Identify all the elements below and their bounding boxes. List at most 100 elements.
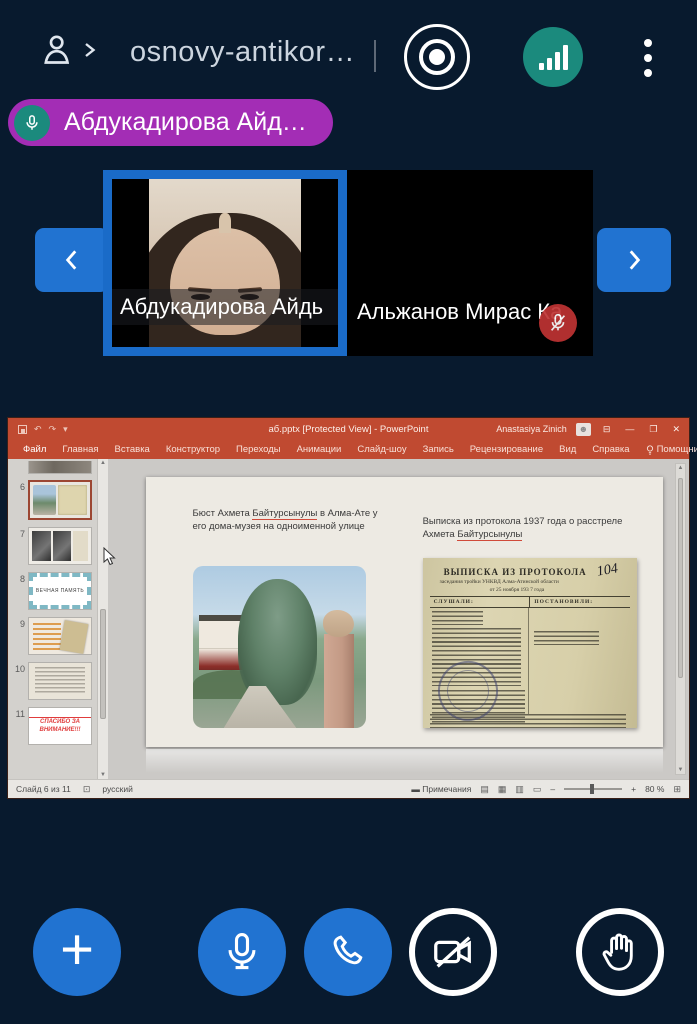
slide-number: 11 [10,707,25,745]
tab-helper[interactable]: Помощник [639,444,697,455]
video-tiles: Абдукадирова Айдь Альжанов Мирас Ка [103,170,593,356]
microphone-button[interactable] [198,908,286,996]
thumbnail-row: 6 [10,480,108,520]
camera-button[interactable] [409,908,497,996]
thumbnail-slide-9[interactable] [28,617,92,655]
video-tile-alzhanov[interactable]: Альжанов Мирас Ка [347,170,593,356]
scrollbar-thumb[interactable] [678,478,683,678]
thumbnail-scrollbar[interactable]: ▲ ▼ [97,459,108,779]
ppt-status-bar: Слайд 6 из 11 ⊡ русский ▬ Примечания ▤ ▦… [8,779,689,798]
thumbnail-slide-6[interactable] [28,480,92,520]
undo-icon[interactable]: ↶ [34,424,42,435]
tab-record[interactable]: Запись [416,440,461,459]
thumbnail-row: 11 СПАСИБО ЗА ВНИМАНИЕ!!! [10,707,108,745]
raise-hand-button[interactable] [576,908,664,996]
scrollbar-thumb[interactable] [100,609,106,719]
scroll-down-icon[interactable]: ▼ [676,767,685,773]
carousel-prev-button[interactable] [35,228,109,292]
tab-home[interactable]: Главная [55,440,105,459]
tab-transitions[interactable]: Переходы [229,440,288,459]
mic-muted-icon [547,312,569,334]
language-indicator[interactable]: русский [102,784,133,794]
microphone-icon [23,114,41,132]
hangup-button[interactable] [304,908,392,996]
restore-button[interactable]: ❐ [646,424,660,435]
close-button[interactable]: ✕ [669,424,683,435]
signal-bars-icon [539,45,568,70]
bust-photo[interactable] [193,566,366,728]
slide-scrollbar[interactable]: ▲ ▼ [675,463,686,775]
slideshow-view-icon[interactable]: ▭ [533,784,542,795]
document-column-left: СЛУШАЛИ: [430,597,530,607]
scroll-down-icon[interactable]: ▼ [98,772,108,778]
chevron-right-icon [621,247,647,273]
tab-insert[interactable]: Вставка [108,440,157,459]
top-bar: osnovy-antikor… [0,0,697,92]
reading-view-icon[interactable]: ▥ [515,784,524,795]
scroll-up-icon[interactable]: ▲ [676,465,685,471]
slide-sorter-icon[interactable]: ▦ [498,784,507,795]
thumbnail-slide-7[interactable] [28,527,92,565]
chevron-right-icon [80,41,98,59]
connection-status-button[interactable] [523,27,583,87]
current-slide-canvas[interactable]: Бюст Ахмета Байтурсынулы в Алма-Ате у ег… [146,477,663,747]
fit-slide-icon[interactable]: ⊞ [673,784,681,795]
slide-caption-left: Бюст Ахмета Байтурсынулы в Алма-Ате у ег… [193,507,379,534]
record-button[interactable] [404,24,470,90]
ribbon-display-button[interactable]: ⊟ [600,424,614,435]
tab-file[interactable]: Файл [16,440,53,459]
participants-button[interactable] [40,30,98,70]
active-talker-badge[interactable]: Абдукадирова Айд… [8,99,333,146]
person-icon [40,30,80,70]
phone-icon [327,931,369,973]
save-icon[interactable] [18,425,27,434]
thumbnail-slide-11-text: СПАСИБО ЗА ВНИМАНИЕ!!! [29,717,91,735]
slide-number: 9 [10,617,25,655]
slide-editing-area: Бюст Ахмета Байтурсынулы в Алма-Ате у ег… [108,459,689,779]
lightbulb-icon [646,445,654,455]
document-column-right: ПОСТАНОВИЛИ: [529,597,630,607]
zoom-in-button[interactable]: + [631,784,636,794]
zoom-out-button[interactable]: – [550,784,555,794]
tab-animations[interactable]: Анимации [290,440,349,459]
tab-help[interactable]: Справка [585,440,636,459]
thumbnail-slide-8[interactable]: ВЕЧНАЯ ПАМЯТЬ [28,572,92,610]
thumbnail-row: 10 [10,662,108,700]
talker-mic-circle [14,105,50,141]
zoom-level[interactable]: 80 % [645,784,664,794]
slide-caption-right: Выписка из протокола 1937 года о расстре… [423,515,640,542]
tab-slideshow[interactable]: Слайд-шоу [350,440,413,459]
actions-add-button[interactable]: + [33,908,121,996]
normal-view-icon[interactable]: ▤ [480,784,489,795]
qat-dropdown-icon[interactable]: ▾ [63,424,68,435]
notes-button[interactable]: ▬ Примечания [411,784,471,794]
thumbnail-slide-11[interactable]: СПАСИБО ЗА ВНИМАНИЕ!!! [28,707,92,745]
accessibility-icon[interactable]: ⊡ [83,784,91,795]
slide-counter: Слайд 6 из 11 [16,784,71,794]
titlebar-right: Anastasiya Zinich ☻ ⊟ — ❐ ✕ [496,423,683,436]
thumbnail-slide-5-partial[interactable] [28,461,92,474]
tab-review[interactable]: Рецензирование [463,440,550,459]
quick-access-toolbar[interactable]: ↶ ↷ ▾ [18,424,68,435]
tab-view[interactable]: Вид [552,440,583,459]
participant-name-label: Абдукадирова Айдь [112,289,338,325]
protocol-document-photo[interactable]: 104 ВЫПИСКА ИЗ ПРОТОКОЛА заседания тройк… [423,558,638,728]
kebab-dot [644,39,652,47]
zoom-slider-knob[interactable] [590,784,594,794]
thumbnail-slide-10[interactable] [28,662,92,700]
carousel-next-button[interactable] [597,228,671,292]
statusbar-right: ▬ Примечания ▤ ▦ ▥ ▭ – + 80 % ⊞ [411,784,681,795]
user-avatar[interactable]: ☻ [576,423,591,436]
topbar-divider [374,40,376,72]
options-menu-button[interactable] [628,33,668,83]
slide-number: 7 [10,527,25,565]
scroll-up-icon[interactable]: ▲ [98,460,108,466]
tab-design[interactable]: Конструктор [159,440,227,459]
video-tile-abdukadirova[interactable]: Абдукадирова Айдь [103,170,347,356]
redo-icon[interactable]: ↷ [49,424,57,435]
zoom-slider[interactable] [564,788,622,790]
thumbnail-row: 7 [10,527,108,565]
ppt-user-name: Anastasiya Zinich [496,424,567,434]
document-date-line: от 25 ноября 193 7 года [490,587,631,593]
minimize-button[interactable]: — [622,424,637,434]
